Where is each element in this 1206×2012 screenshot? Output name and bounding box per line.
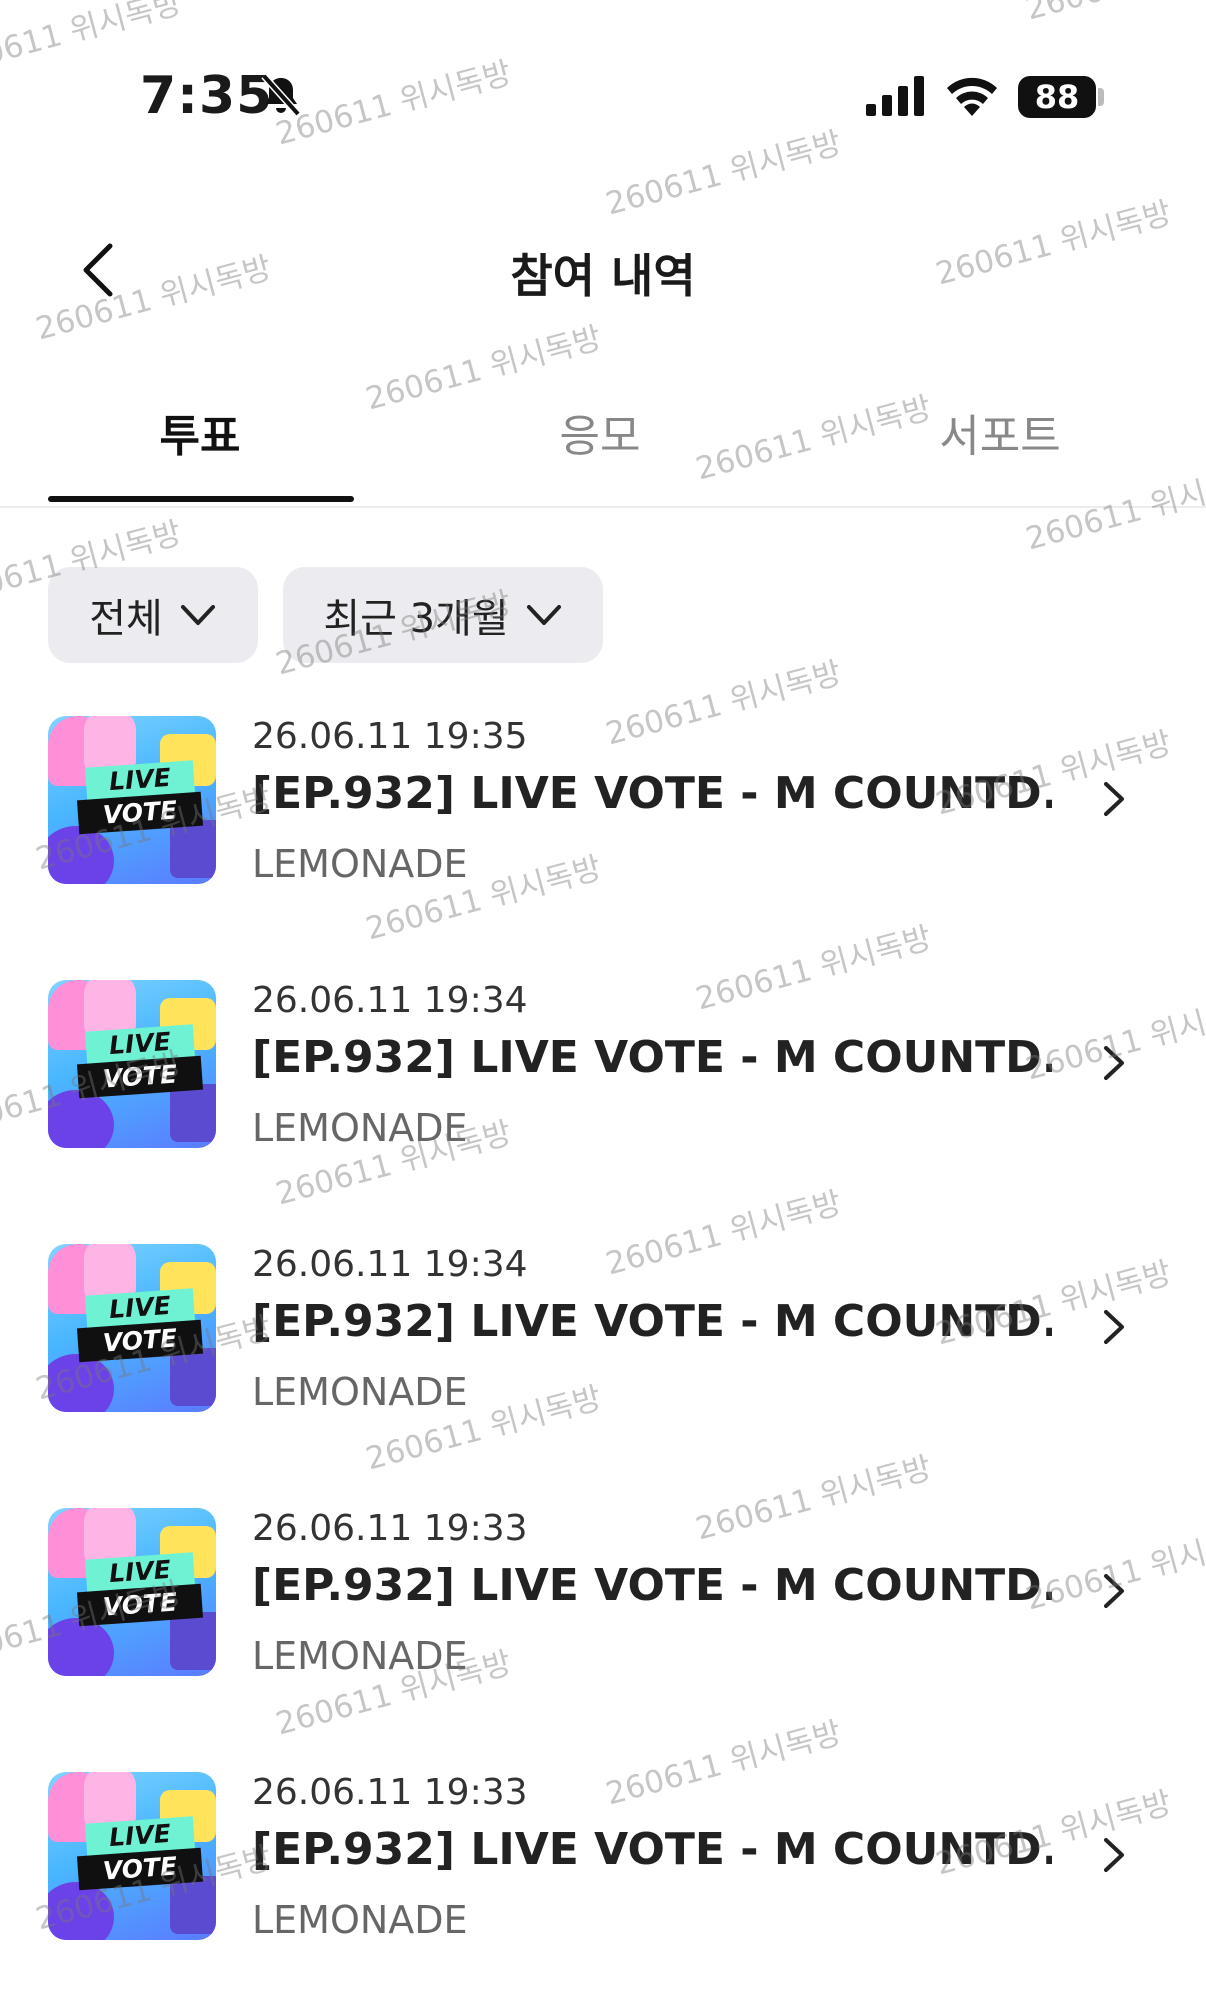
event-thumbnail: LIVE VOTE bbox=[48, 1244, 216, 1412]
type-filter-label: 전체 bbox=[89, 596, 163, 642]
chevron-right-icon bbox=[1104, 1310, 1124, 1344]
list-item[interactable]: LIVE VOTE 26.06.11 19:34 [EP.932] LIVE V… bbox=[0, 1244, 1206, 1444]
status-bar: 7:35 88 bbox=[0, 0, 1206, 190]
item-title: [EP.932] LIVE VOTE - M COUNTD... bbox=[252, 1824, 1052, 1875]
list-item[interactable]: LIVE VOTE 26.06.11 19:35 [EP.932] LIVE V… bbox=[0, 716, 1206, 916]
list-item[interactable]: LIVE VOTE 26.06.11 19:34 [EP.932] LIVE V… bbox=[0, 980, 1206, 1180]
type-filter-dropdown[interactable]: 전체 bbox=[48, 567, 258, 663]
list-item[interactable]: LIVE VOTE 26.06.11 19:33 [EP.932] LIVE V… bbox=[0, 1772, 1206, 1972]
bell-muted-icon bbox=[261, 73, 301, 117]
tab-vote[interactable]: 투표 bbox=[0, 400, 400, 464]
item-date: 26.06.11 19:33 bbox=[252, 1508, 528, 1549]
battery-indicator: 88 bbox=[1018, 76, 1096, 118]
item-subtitle: LEMONADE bbox=[252, 842, 468, 886]
tab-bar: 투표 응모 서포트 bbox=[0, 390, 1206, 508]
item-subtitle: LEMONADE bbox=[252, 1370, 468, 1414]
item-subtitle: LEMONADE bbox=[252, 1106, 468, 1150]
item-subtitle: LEMONADE bbox=[252, 1898, 468, 1942]
period-filter-dropdown[interactable]: 최근 3개월 bbox=[283, 567, 603, 663]
tab-support[interactable]: 서포트 bbox=[800, 400, 1200, 464]
page-title: 참여 내역 bbox=[510, 249, 696, 303]
event-thumbnail: LIVE VOTE bbox=[48, 1508, 216, 1676]
item-title: [EP.932] LIVE VOTE - M COUNTD... bbox=[252, 768, 1052, 819]
status-time: 7:35 bbox=[140, 66, 274, 126]
item-date: 26.06.11 19:35 bbox=[252, 716, 528, 757]
item-subtitle: LEMONADE bbox=[252, 1634, 468, 1678]
item-title: [EP.932] LIVE VOTE - M COUNTD... bbox=[252, 1032, 1052, 1083]
item-title: [EP.932] LIVE VOTE - M COUNTD... bbox=[252, 1560, 1052, 1611]
list-item[interactable]: LIVE VOTE 26.06.11 19:33 [EP.932] LIVE V… bbox=[0, 1508, 1206, 1708]
event-thumbnail: LIVE VOTE bbox=[48, 1772, 216, 1940]
chevron-right-icon bbox=[1104, 1838, 1124, 1872]
cellular-signal-icon bbox=[866, 76, 924, 116]
item-date: 26.06.11 19:34 bbox=[252, 980, 528, 1021]
chevron-right-icon bbox=[1104, 1046, 1124, 1080]
item-date: 26.06.11 19:34 bbox=[252, 1244, 528, 1285]
tab-entry[interactable]: 응모 bbox=[400, 400, 800, 464]
chevron-right-icon bbox=[1104, 1574, 1124, 1608]
chevron-down-icon bbox=[180, 605, 215, 625]
battery-tip bbox=[1098, 88, 1104, 106]
wifi-icon bbox=[947, 77, 997, 116]
chevron-down-icon bbox=[526, 605, 561, 625]
item-title: [EP.932] LIVE VOTE - M COUNTD... bbox=[252, 1296, 1052, 1347]
chevron-right-icon bbox=[1104, 782, 1124, 816]
event-thumbnail: LIVE VOTE bbox=[48, 980, 216, 1148]
active-tab-indicator bbox=[48, 496, 354, 502]
item-date: 26.06.11 19:33 bbox=[252, 1772, 528, 1813]
period-filter-label: 최근 3개월 bbox=[323, 596, 509, 642]
event-thumbnail: LIVE VOTE bbox=[48, 716, 216, 884]
